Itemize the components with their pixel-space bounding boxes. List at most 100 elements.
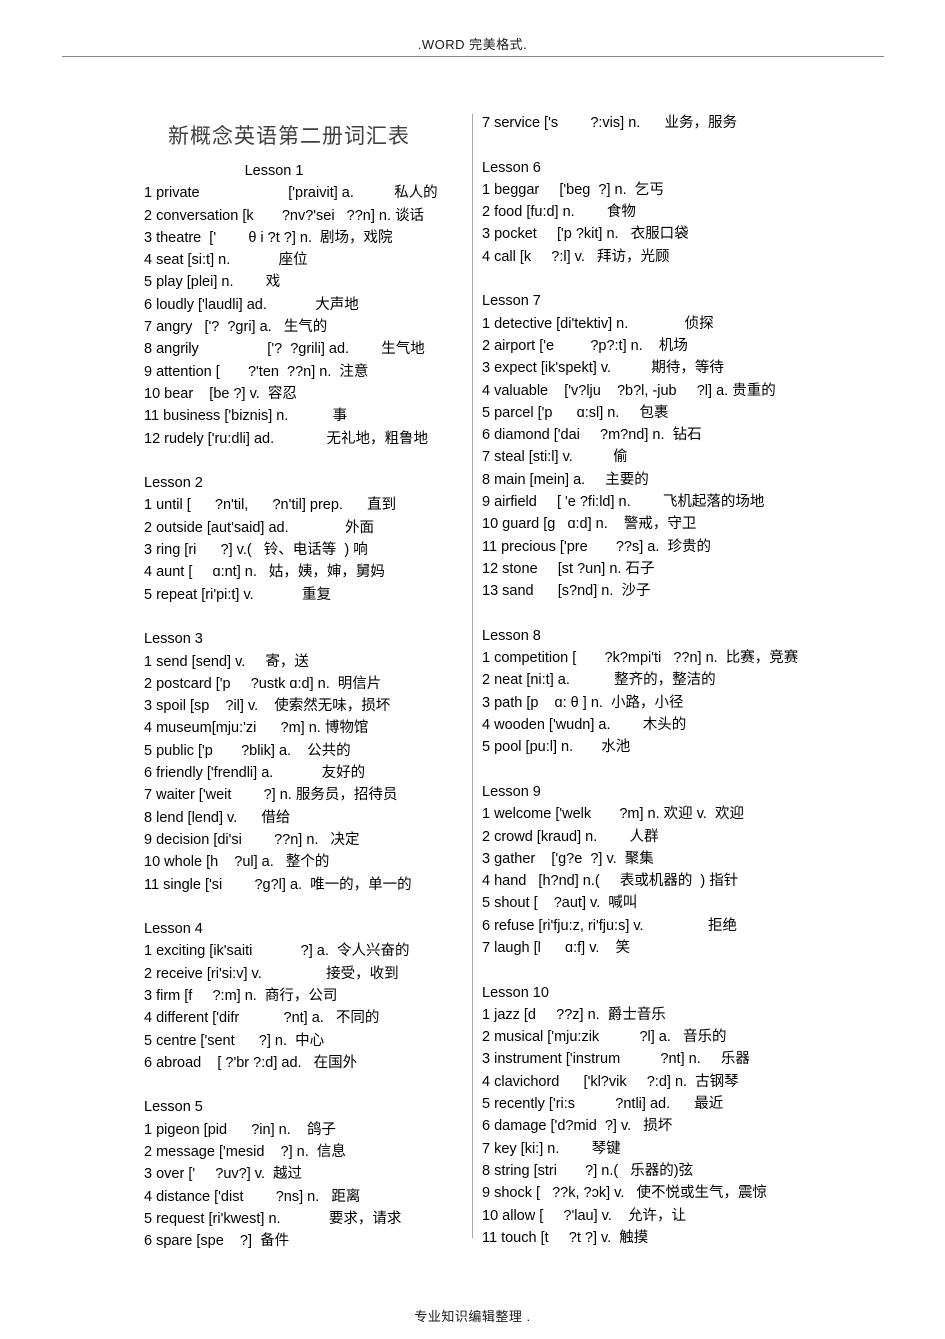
vocab-entry: 4 hand [h?nd] n.( 表或机器的 ) 指针	[482, 873, 739, 890]
vocab-entry: 1 detective [di'tektiv] n. 侦探	[482, 315, 714, 332]
vocab-entry: 1 pigeon [pid ?in] n. 鸽子	[144, 1121, 336, 1138]
vocab-entry: 2 postcard ['p ?ustk ɑ:d] n. 明信片	[144, 675, 382, 692]
vocab-entry: 5 repeat [ri'pi:t] v. 重复	[144, 586, 332, 603]
vocab-entry: 7 service ['s ?:vis] n. 业务，服务	[482, 115, 737, 131]
vocab-entry: 2 outside [aut'said] ad. 外面	[144, 519, 375, 536]
vocab-entry: 2 airport ['e ?p?:t] n. 机场	[482, 337, 688, 354]
vocab-entry: 4 seat [si:t] n. 座位	[144, 252, 308, 269]
vocab-entry: 5 request [ri'kwest] n. 要求，请求	[144, 1210, 402, 1227]
vocab-entry: 13 sand [s?nd] n. 沙子	[482, 583, 651, 600]
vocab-entry: 7 steal [sti:l] v. 偷	[482, 449, 628, 466]
vocab-entry: 10 whole [h ?ul] a. 整个的	[144, 854, 330, 871]
vocab-entry: 5 centre ['sent ?] n. 中心	[144, 1032, 325, 1049]
vocab-entry: 4 valuable ['v?lju ?b?l, -jub ?l] a. 贵重的	[482, 382, 776, 399]
vocab-entry: 7 angry ['? ?gri] a. 生气的	[144, 319, 328, 336]
vocab-entry: 12 rudely ['ru:dli] ad. 无礼地，粗鲁地	[144, 430, 428, 447]
vocab-entry: 4 call [k ?:l] v. 拜访，光顾	[482, 248, 670, 265]
vocab-entry: 4 wooden ['wudn] a. 木头的	[482, 717, 687, 734]
vocab-entry: 2 neat [ni:t] a. 整齐的，整洁的	[482, 672, 716, 689]
vocab-entry: 8 angrily ['? ?grili] ad. 生气地	[144, 341, 425, 358]
vocab-entry: 3 spoil [sp ?il] v. 使索然无味，损坏	[144, 698, 391, 715]
lesson-heading-10: Lesson 10	[482, 984, 549, 1001]
vocab-entry: 2 musical ['mju:zik ?l] a. 音乐的	[482, 1029, 727, 1046]
vocab-entry: 2 message ['mesid ?] n. 信息	[144, 1144, 346, 1161]
vocab-entry: 5 public ['p ?blik] a. 公共的	[144, 742, 351, 759]
vocab-entry: 10 allow [ ?'lau] v. 允许，让	[482, 1207, 686, 1224]
vocab-entry: 10 guard [g ɑ:d] n. 警戒，守卫	[482, 516, 697, 533]
lesson-heading-5: Lesson 5	[144, 1099, 203, 1116]
vocab-entry: 11 precious ['pre ??s] a. 珍贵的	[482, 538, 711, 555]
vocab-entry: 11 single ['si ?g?l] a. 唯一的，单一的	[144, 876, 412, 893]
vocab-entry: 3 ring [ri ?] v.( 铃、电话等 ) 响	[144, 542, 368, 559]
lesson-heading-3: Lesson 3	[144, 631, 203, 648]
vocab-entry: 7 key [ki:] n. 琴键	[482, 1140, 621, 1157]
vocab-entry: 9 attention [ ?'ten ??n] n. 注意	[144, 363, 369, 380]
vocab-entry: 6 refuse [ri'fju:z, ri'fju:s] v. 拒绝	[482, 917, 738, 934]
vocab-entry: 8 main [mein] a. 主要的	[482, 471, 649, 488]
vocab-entry: 3 instrument ['instrum ?nt] n. 乐器	[482, 1051, 750, 1068]
column-divider	[472, 114, 473, 1238]
vocab-entry: 1 exciting [ik'saiti ?] a. 令人兴奋的	[144, 943, 410, 960]
vocab-entry: 8 lend [lend] v. 借给	[144, 809, 291, 826]
vocab-entry: 5 shout [ ?aut] v. 喊叫	[482, 895, 638, 912]
footer-text: 专业知识编辑整理 .	[414, 1309, 531, 1324]
vocab-entry: 1 send [send] v. 寄，送	[144, 653, 309, 670]
vocab-entry: 3 firm [f ?:m] n. 商行，公司	[144, 987, 338, 1004]
vocab-entry: 7 waiter ['weit ?] n. 服务员，招待员	[144, 787, 398, 804]
lesson-heading-6: Lesson 6	[482, 159, 541, 176]
document-body: 新概念英语第二册词汇表 Lesson 1 1 private ['praivit…	[0, 112, 945, 1292]
vocab-entry: 4 distance ['dist ?ns] n. 距离	[144, 1188, 361, 1205]
vocab-entry: 6 diamond ['dai ?m?nd] n. 钻石	[482, 427, 702, 444]
lesson-heading-4: Lesson 4	[144, 921, 203, 938]
lesson-heading-8: Lesson 8	[482, 627, 541, 644]
vocab-entry: 2 receive [ri'si:v] v. 接受，收到	[144, 965, 399, 982]
header-text: .WORD 完美格式.	[417, 37, 528, 52]
vocab-entry: 4 aunt [ ɑ:nt] n. 姑，姨，婶，舅妈	[144, 564, 385, 581]
vocab-entry: 1 private ['praivit] a. 私人的	[144, 185, 438, 202]
vocab-entry: 2 crowd [kraud] n. 人群	[482, 828, 659, 845]
vocab-entry: 1 welcome ['welk ?m] n. 欢迎 v. 欢迎	[482, 806, 744, 823]
vocab-entry: 6 spare [spe ?] 备件	[144, 1233, 290, 1250]
vocab-entry: 3 theatre [' θ i ?t ?] n. 剧场，戏院	[144, 229, 393, 246]
vocab-entry: 3 path [p ɑ: θ ] n. 小路，小径	[482, 694, 684, 711]
vocab-entry: 10 bear [be ?] v. 容忍	[144, 385, 297, 402]
vocab-entry: 5 pool [pu:l] n. 水池	[482, 739, 631, 756]
right-column: 7 service ['s ?:vis] n. 业务，服务 Lesson 6 1…	[482, 112, 832, 1249]
vocab-entry: 1 jazz [d ??z] n. 爵士音乐	[482, 1006, 666, 1023]
vocab-entry: 7 laugh [l ɑ:f] v. 笑	[482, 939, 631, 956]
header-divider-rule	[62, 56, 884, 57]
vocab-entry: 6 damage ['d?mid ?] v. 损坏	[482, 1118, 673, 1135]
page-footer: 专业知识编辑整理 .	[0, 1306, 945, 1325]
vocab-entry: 1 beggar ['beg ?] n. 乞丐	[482, 181, 664, 198]
vocab-entry: 5 play [plei] n. 戏	[144, 274, 281, 291]
vocab-entry: 2 conversation [k ?nv?'sei ??n] n. 谈话	[144, 207, 425, 224]
vocab-entry: 9 decision [di'si ??n] n. 决定	[144, 831, 360, 848]
vocab-entry: 6 loudly ['laudli] ad. 大声地	[144, 296, 359, 313]
vocab-entry: 5 recently ['ri:s ?ntli] ad. 最近	[482, 1096, 724, 1113]
vocab-entry: 11 touch [t ?t ?] v. 触摸	[482, 1229, 649, 1246]
vocab-entry: 4 clavichord ['kl?vik ?:d] n. 古钢琴	[482, 1073, 739, 1090]
lesson-heading-1: Lesson 1	[244, 163, 304, 179]
vocab-entry: 4 museum[mju:'zi ?m] n. 博物馆	[144, 720, 369, 737]
lesson-heading-9: Lesson 9	[482, 783, 541, 800]
vocab-entry: 12 stone [st ?un] n. 石子	[482, 560, 655, 577]
vocab-entry: 8 string [stri ?] n.( 乐器的)弦	[482, 1162, 694, 1179]
vocab-entry: 2 food [fu:d] n. 食物	[482, 204, 636, 221]
lesson-heading-7: Lesson 7	[482, 293, 541, 310]
left-column: Lesson 1 1 private ['praivit] a. 私人的 2 c…	[144, 112, 464, 1253]
vocab-entry: 3 gather ['g?e ?] v. 聚集	[482, 850, 654, 867]
vocab-entry: 3 expect [ik'spekt] v. 期待，等待	[482, 360, 724, 377]
vocab-entry: 6 friendly ['frendli] a. 友好的	[144, 765, 366, 782]
vocab-entry: 5 parcel ['p ɑ:sl] n. 包裹	[482, 404, 669, 421]
vocab-entry: 4 different ['difr ?nt] a. 不同的	[144, 1010, 380, 1027]
page-header: .WORD 完美格式.	[0, 34, 945, 53]
vocab-entry: 3 over [' ?uv?] v. 越过	[144, 1166, 303, 1183]
